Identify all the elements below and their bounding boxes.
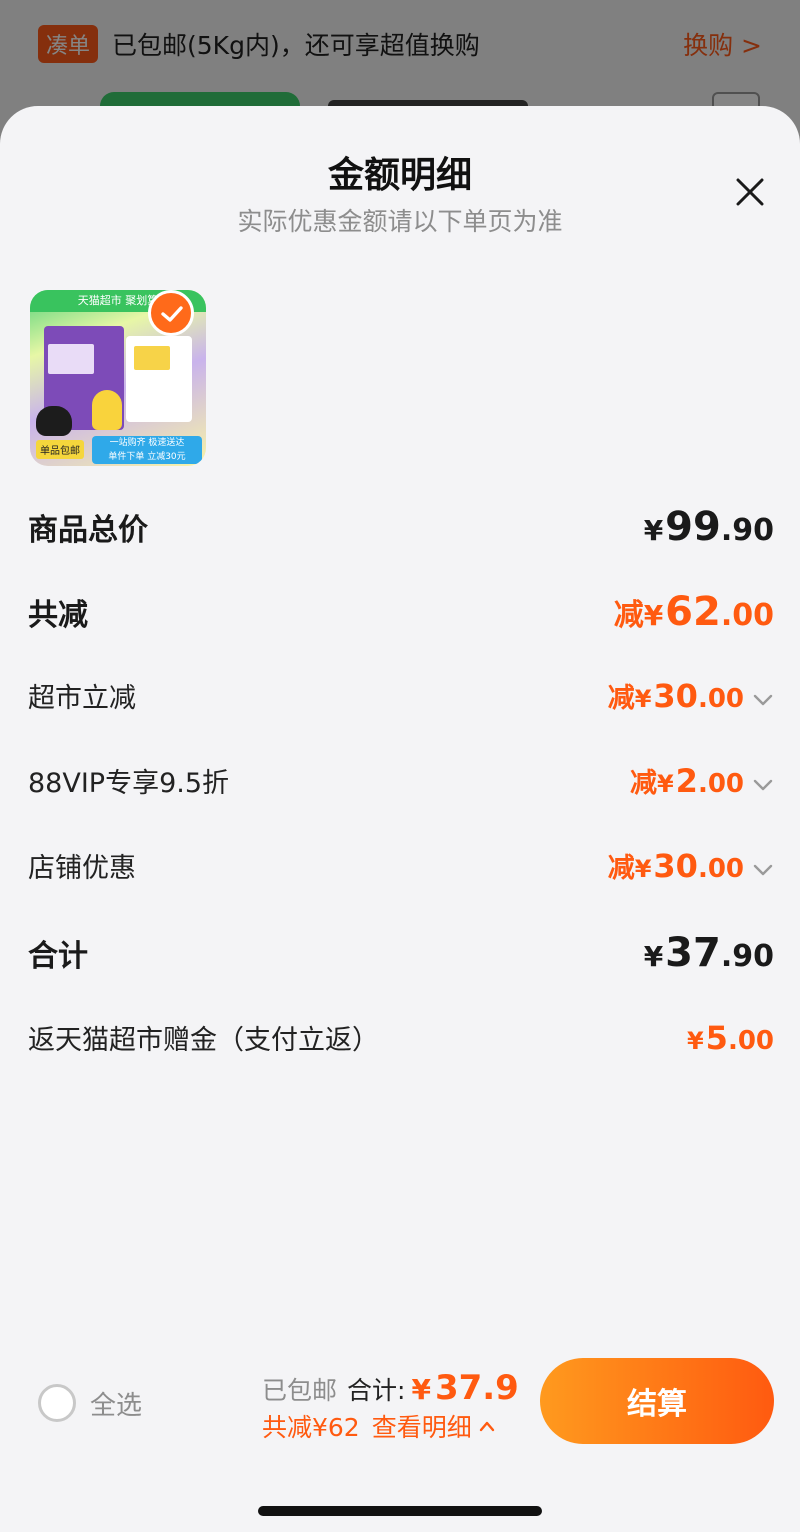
amount-decimal: .00 [697, 854, 744, 884]
sheet-subtitle: 实际优惠金额请以下单页为准 [237, 207, 563, 236]
amount-decimal: .00 [697, 684, 744, 714]
bottom-discount-detail[interactable]: 共减¥62 查看明细 [262, 1408, 496, 1444]
total-currency: ¥ [411, 1373, 431, 1406]
row-discount-88vip[interactable]: 88VIP专享9.5折 减 ¥ 2 .00 [28, 761, 774, 800]
promo-strip: 一站购齐 极速送达 单件下单 立减30元 [92, 436, 202, 464]
rebate-label: 返天猫超市赠金（支付立返） [28, 1025, 379, 1056]
currency-symbol: ¥ [643, 514, 664, 547]
discount-label: 超市立减 [28, 683, 136, 714]
free-shipping-tag: 单品包邮 [36, 440, 84, 459]
total-value: 37.9 [434, 1368, 519, 1408]
amount-integer: 37 [665, 930, 721, 976]
select-all-toggle[interactable]: 全选 [38, 1384, 142, 1422]
row-goods-total: 商品总价 ¥ 99 .90 [28, 504, 774, 550]
amount-integer: 99 [665, 504, 721, 550]
discount-amount: 减 ¥ 2 .00 [630, 761, 774, 800]
select-all-label: 全选 [90, 1390, 143, 1421]
row-total-discount: 共减 减 ¥ 62 .00 [28, 589, 774, 635]
chevron-down-icon[interactable] [752, 693, 774, 707]
discount-prefix: 减 [629, 768, 657, 799]
goods-total-label: 商品总价 [28, 513, 148, 548]
sheet-title: 金额明细 [327, 155, 472, 196]
view-detail-link[interactable]: 查看明细 [372, 1408, 472, 1444]
currency-symbol: ¥ [643, 940, 664, 973]
amount-detail-sheet: 金额明细 实际优惠金额请以下单页为准 天猫超市 聚划算 单品包邮 一站购齐 极速… [0, 106, 800, 1532]
close-button[interactable] [730, 172, 770, 212]
chevron-down-icon[interactable] [752, 778, 774, 792]
amount-integer: 2 [675, 762, 698, 800]
currency-symbol: ¥ [634, 855, 652, 883]
total-discount-label: 共减 [28, 598, 88, 633]
amount-integer: 30 [653, 847, 698, 885]
discount-label: 88VIP专享9.5折 [28, 768, 230, 799]
total-label: 合计: [347, 1376, 406, 1405]
currency-symbol: ¥ [686, 1026, 704, 1055]
discount-prefix: 减 [607, 853, 635, 884]
currency-symbol: ¥ [634, 685, 652, 713]
discount-prefix: 减 [613, 598, 644, 633]
amount-decimal: .00 [697, 769, 744, 799]
tmall-cat-logo [36, 406, 72, 436]
discount-amount: 减 ¥ 30 .00 [608, 676, 774, 715]
bottom-discount-text: 共减¥62 [262, 1413, 360, 1442]
check-icon [161, 306, 183, 322]
discount-amount: 减 ¥ 30 .00 [608, 846, 774, 885]
row-sum: 合计 ¥ 37 .90 [28, 930, 774, 976]
promo-strip-bottom: 单件下单 立减30元 [108, 452, 186, 462]
chevron-up-icon[interactable] [478, 1420, 496, 1432]
close-icon [736, 178, 764, 206]
rebate-amount: ¥ 5 .00 [687, 1019, 774, 1057]
sum-amount: ¥ 37 .90 [644, 930, 774, 976]
product-box-label [48, 344, 94, 374]
discount-label: 店铺优惠 [28, 853, 136, 884]
thumbnail-footer: 单品包邮 一站购齐 极速送达 单件下单 立减30元 [30, 434, 206, 466]
home-indicator[interactable] [258, 1506, 542, 1516]
amount-decimal: .00 [727, 1025, 774, 1056]
row-discount-store[interactable]: 店铺优惠 减 ¥ 30 .00 [28, 846, 774, 885]
free-shipping-text: 已包邮 [262, 1376, 338, 1405]
amount-decimal: .90 [720, 939, 774, 974]
row-discount-supermarket[interactable]: 超市立减 减 ¥ 30 .00 [28, 676, 774, 715]
product-thumbnail[interactable]: 天猫超市 聚划算 单品包邮 一站购齐 极速送达 单件下单 立减30元 [30, 290, 206, 466]
amount-integer: 5 [705, 1018, 728, 1057]
bottom-total: 已包邮 合计: ¥ 37.9 [262, 1368, 519, 1408]
amount-decimal: .00 [720, 598, 774, 633]
amount-integer: 30 [653, 677, 698, 715]
chevron-down-icon[interactable] [752, 863, 774, 877]
amount-decimal: .90 [720, 513, 774, 548]
promo-strip-top: 一站购齐 极速送达 [109, 438, 185, 448]
currency-symbol: ¥ [643, 599, 664, 632]
row-rebate: 返天猫超市赠金（支付立返） ¥ 5 .00 [28, 1018, 774, 1057]
selected-check-badge[interactable] [148, 290, 194, 336]
total-discount-amount: 减 ¥ 62 .00 [614, 589, 774, 635]
sum-label: 合计 [28, 939, 88, 974]
minion-figure [92, 390, 122, 430]
product-box-badge [134, 346, 170, 370]
currency-symbol: ¥ [656, 770, 674, 798]
discount-prefix: 减 [607, 683, 635, 714]
goods-total-amount: ¥ 99 .90 [644, 504, 774, 550]
checkout-button[interactable]: 结算 [540, 1358, 774, 1444]
select-all-radio[interactable] [38, 1384, 76, 1422]
amount-integer: 62 [665, 589, 721, 635]
